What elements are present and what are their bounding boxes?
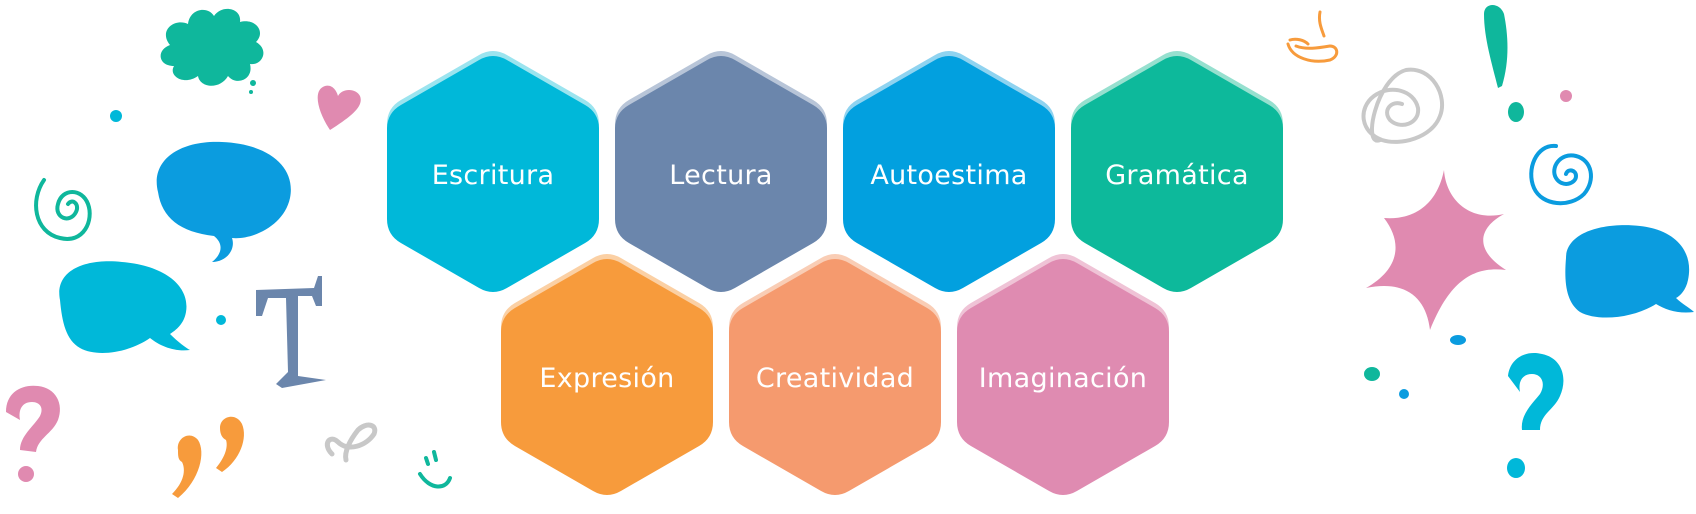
exclamation-icon bbox=[1484, 5, 1508, 88]
cloud-doodle bbox=[160, 8, 264, 86]
dot-doodle bbox=[1560, 90, 1572, 102]
spiral-icon bbox=[1529, 143, 1593, 206]
hexagon-label: Expresión bbox=[539, 363, 674, 394]
hexagon-item: Escritura bbox=[387, 51, 599, 292]
dot-doodle bbox=[249, 90, 253, 94]
sparkle-star-icon bbox=[1366, 170, 1506, 330]
hexagon-item: Autoestima bbox=[843, 51, 1055, 292]
hexagon-label: Gramática bbox=[1105, 160, 1249, 191]
speech-bubble-icon bbox=[59, 261, 190, 353]
question-mark-icon bbox=[6, 385, 60, 452]
diagram-canvas: Escritura Lectura Autoestima Gramática Expre… bbox=[6, 5, 1694, 498]
dot-doodle bbox=[250, 80, 256, 86]
spiral-icon bbox=[34, 178, 92, 241]
quote-mark-icon bbox=[172, 435, 202, 498]
hexagon-item: Imaginación bbox=[957, 254, 1169, 495]
hexagon-label: Escritura bbox=[432, 160, 555, 191]
letter-t-icon bbox=[256, 276, 326, 388]
hexagon-grid: Escritura Lectura Autoestima Gramática Expre… bbox=[387, 51, 1283, 495]
question-mark-icon bbox=[1508, 352, 1564, 430]
dot-doodle bbox=[1399, 389, 1409, 399]
hexagon-item: Expresión bbox=[501, 254, 713, 495]
hexagon-label: Lectura bbox=[669, 160, 772, 191]
hexagon-label: Creatividad bbox=[756, 363, 914, 394]
cup-doodle bbox=[1286, 10, 1339, 63]
hexagon-label: Imaginación bbox=[979, 363, 1147, 394]
quote-mark-icon bbox=[216, 416, 244, 472]
hexagon-label: Autoestima bbox=[870, 160, 1027, 191]
scribble-doodle bbox=[1361, 67, 1445, 144]
speech-bubble-icon bbox=[156, 141, 291, 262]
dot-doodle bbox=[1507, 458, 1525, 478]
dot-doodle bbox=[1508, 102, 1524, 122]
dot-doodle bbox=[110, 110, 122, 122]
dot-doodle bbox=[216, 315, 226, 325]
dot-doodle bbox=[18, 466, 34, 482]
hexagon-item: Creatividad bbox=[729, 254, 941, 495]
dot-doodle bbox=[1364, 367, 1380, 381]
smile-doodle bbox=[418, 450, 452, 489]
hexagon-item: Lectura bbox=[615, 51, 827, 292]
heart-icon bbox=[317, 85, 361, 130]
hexagon-item: Gramática bbox=[1071, 51, 1283, 292]
knot-doodle bbox=[324, 422, 378, 463]
dot-doodle bbox=[1450, 335, 1466, 345]
speech-bubble-icon bbox=[1565, 225, 1694, 318]
